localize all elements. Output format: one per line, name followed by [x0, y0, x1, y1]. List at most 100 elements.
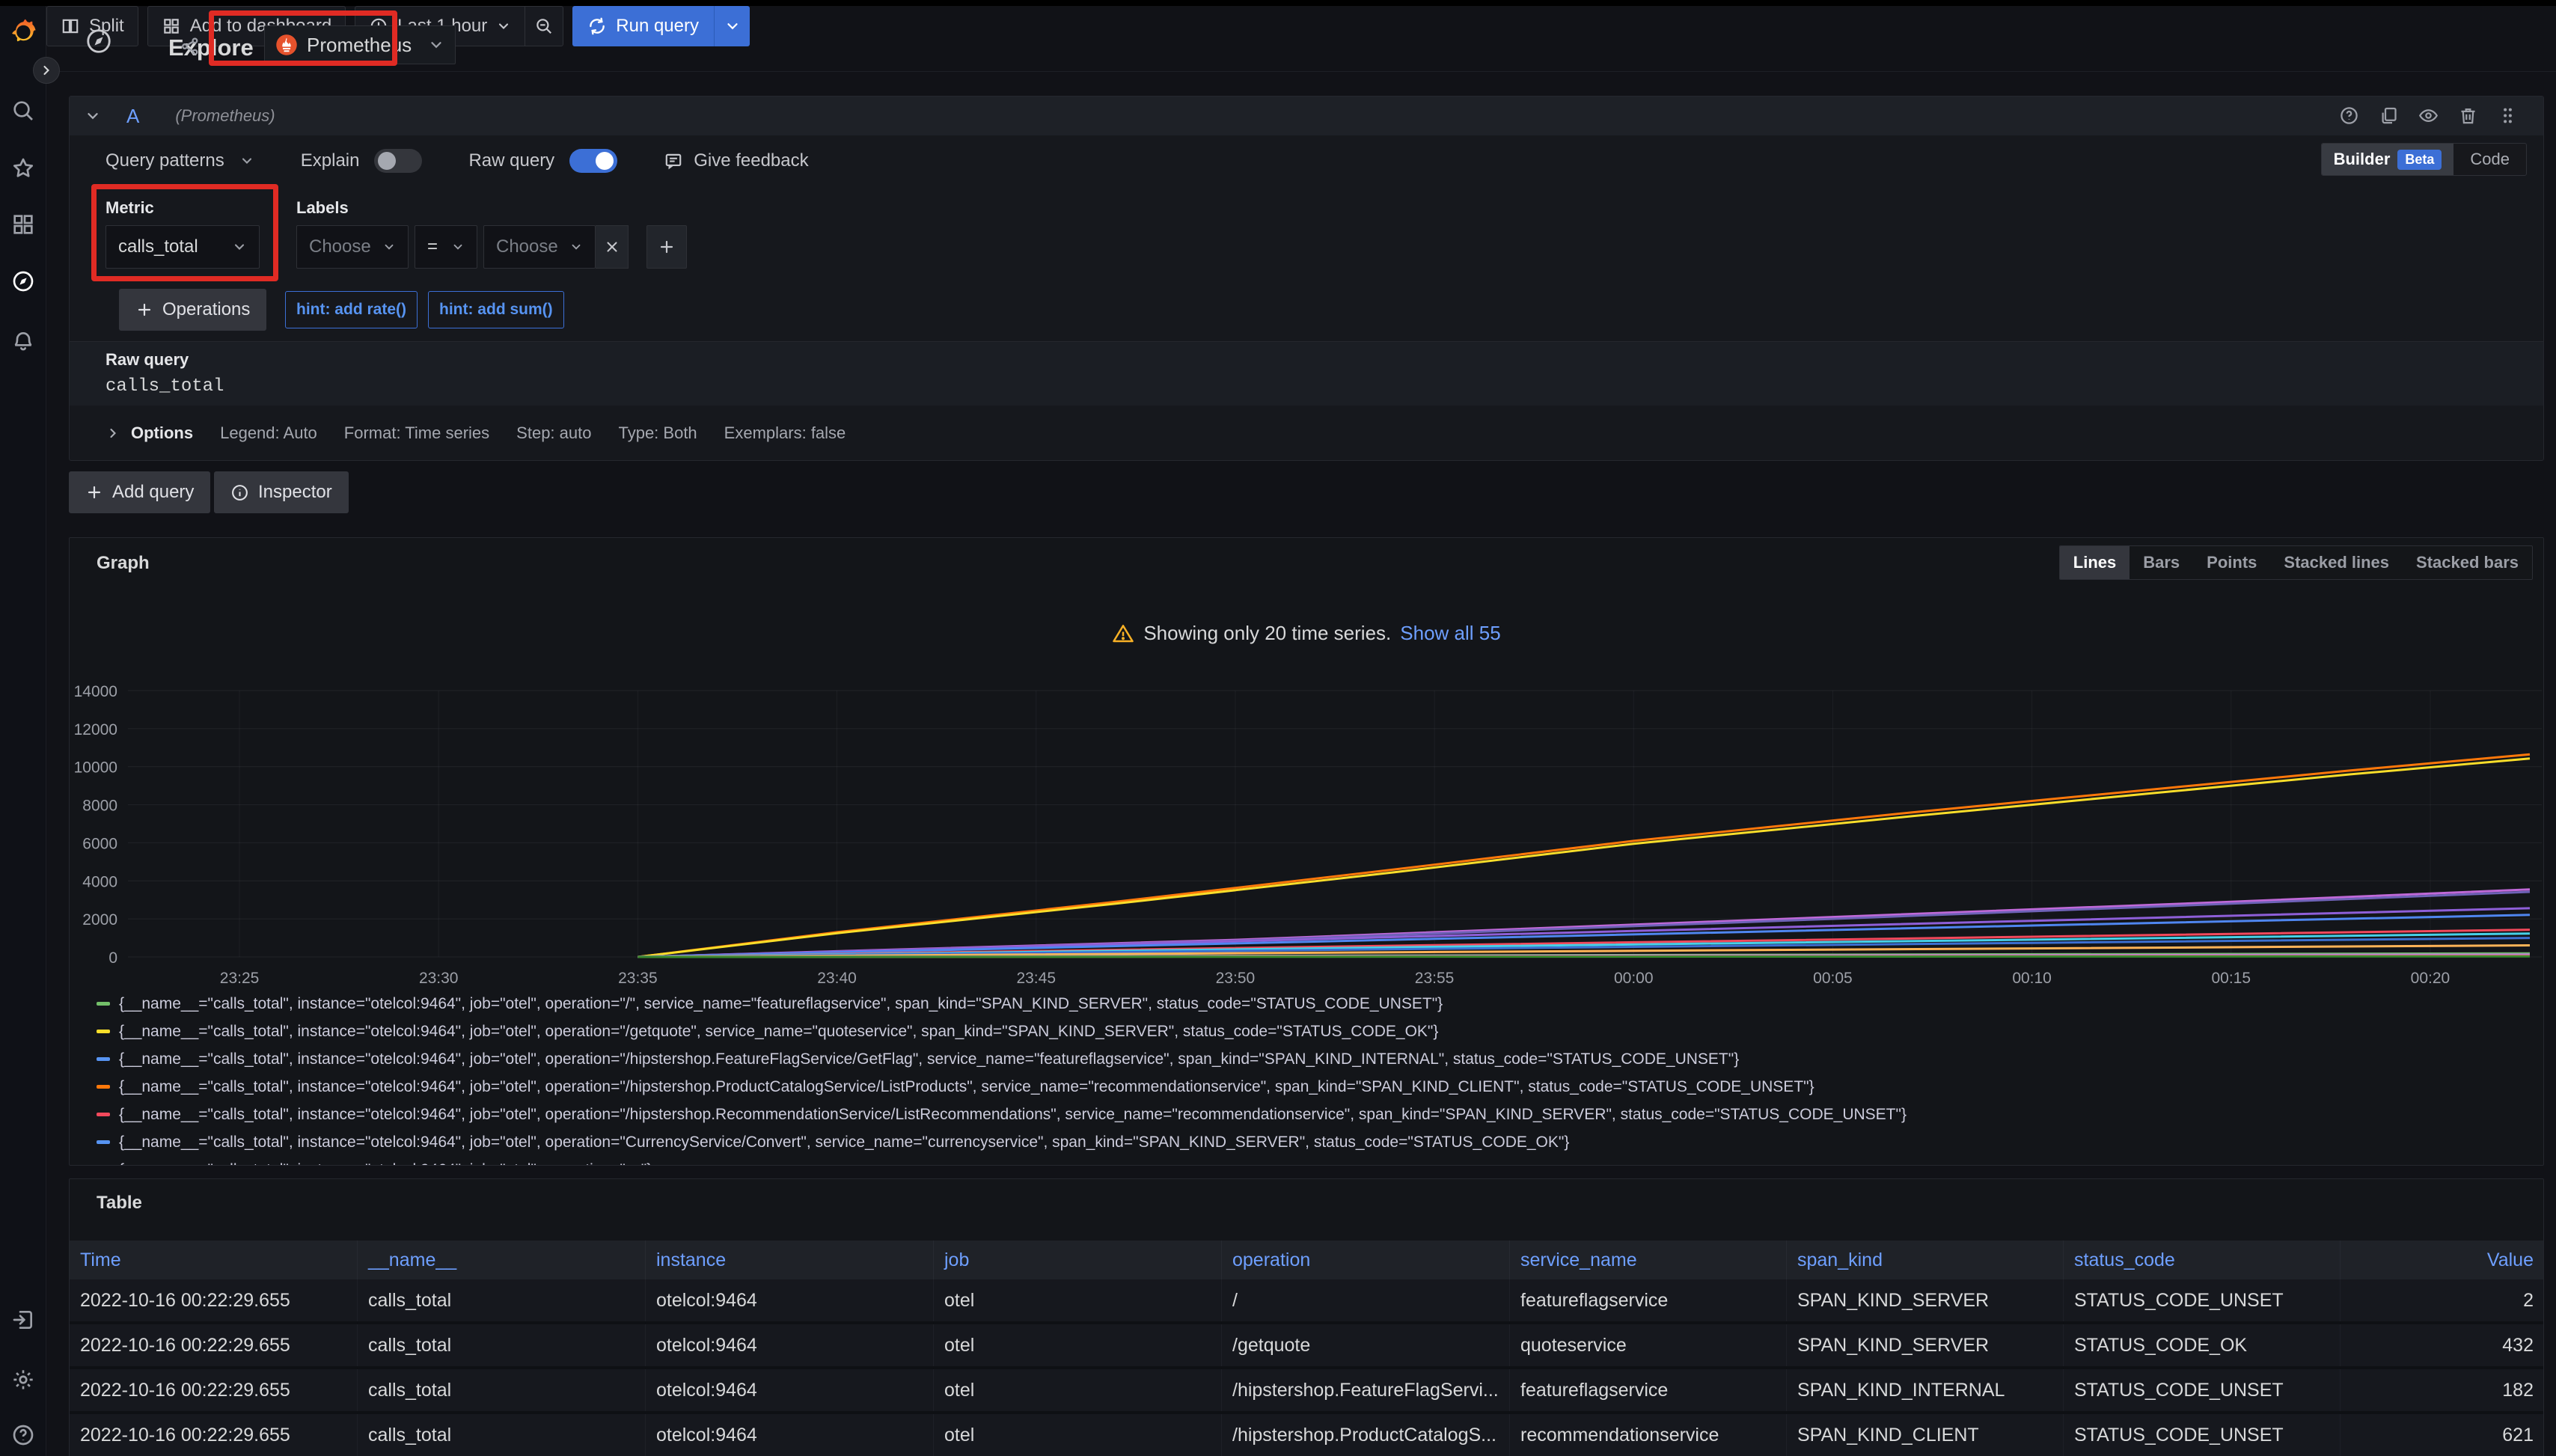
table-cell: featureflagservice	[1510, 1279, 1787, 1321]
legend-item[interactable]: {__name__="calls_total", instance="otelc…	[97, 1156, 2521, 1166]
table-cell: 621	[2341, 1414, 2544, 1456]
grafana-logo-icon[interactable]	[7, 15, 40, 48]
legend-item[interactable]: {__name__="calls_total", instance="otelc…	[97, 1101, 2521, 1128]
label-value-select[interactable]: Choose	[483, 225, 596, 269]
chevron-down-icon	[382, 240, 396, 254]
table-cell: otelcol:9464	[646, 1414, 934, 1456]
table-header-cell-status_code[interactable]: status_code	[2064, 1241, 2341, 1279]
legend-item[interactable]: {__name__="calls_total", instance="otelc…	[97, 990, 2521, 1018]
search-icon[interactable]	[11, 99, 35, 123]
share-icon[interactable]	[180, 36, 201, 57]
query-datasource-hint: (Prometheus)	[175, 106, 275, 126]
y-axis-tick-label: 2000	[82, 911, 117, 929]
metric-select[interactable]: calls_total	[106, 225, 260, 269]
table-header-cell-span_kind[interactable]: span_kind	[1787, 1241, 2064, 1279]
table-header-cell-time[interactable]: Time	[70, 1241, 358, 1279]
y-axis-tick-label: 0	[108, 949, 117, 967]
raw-query-toggle[interactable]	[569, 149, 617, 173]
label-key-select[interactable]: Choose	[296, 225, 409, 269]
graph-mode-button-stacked-bars[interactable]: Stacked bars	[2403, 546, 2532, 579]
query-row-header[interactable]: A (Prometheus)	[70, 97, 2543, 135]
y-axis-tick-label: 6000	[82, 835, 117, 852]
option-summary-item: Step: auto	[516, 423, 591, 443]
show-all-link[interactable]: Show all 55	[1400, 622, 1500, 645]
explain-label: Explain	[301, 150, 360, 171]
explore-compass-icon[interactable]	[11, 269, 35, 293]
sidebar-expand-button[interactable]	[33, 57, 60, 84]
table-cell: otel	[934, 1279, 1222, 1321]
query-options-row: Options Legend: AutoFormat: Time seriesS…	[106, 406, 846, 461]
legend-item[interactable]: {__name__="calls_total", instance="otelc…	[97, 1073, 2521, 1101]
chevron-down-icon[interactable]	[239, 153, 254, 168]
sidebar	[0, 6, 46, 1456]
legend-swatch	[97, 1002, 110, 1006]
inspector-button[interactable]: Inspector	[214, 471, 349, 513]
table-cell: otel	[934, 1324, 1222, 1366]
table-cell: 432	[2341, 1324, 2544, 1366]
table-cell: otel	[934, 1414, 1222, 1456]
apps-icon	[162, 16, 181, 36]
graph-mode-button-stacked-lines[interactable]: Stacked lines	[2270, 546, 2403, 579]
query-hint-button[interactable]: hint: add sum()	[428, 291, 564, 328]
legend-swatch	[97, 1140, 110, 1144]
table-cell: SPAN_KIND_SERVER	[1787, 1279, 2064, 1321]
options-toggle[interactable]: Options	[106, 423, 193, 443]
trash-icon[interactable]	[2458, 105, 2478, 126]
query-ref-id: A	[126, 105, 139, 128]
x-axis-tick-label: 23:35	[618, 970, 658, 987]
raw-query-preview-label: Raw query	[106, 350, 189, 370]
query-patterns-button[interactable]: Query patterns	[106, 150, 224, 171]
help-circle-icon[interactable]	[11, 1423, 35, 1447]
remove-label-button[interactable]	[596, 225, 629, 269]
tab-code[interactable]: Code	[2453, 150, 2526, 169]
legend-label: {__name__="calls_total", instance="otelc…	[119, 1106, 1907, 1124]
legend-item[interactable]: {__name__="calls_total", instance="otelc…	[97, 1128, 2521, 1156]
graph-mode-button-points[interactable]: Points	[2193, 546, 2270, 579]
tab-builder[interactable]: Builder Beta	[2322, 144, 2454, 175]
eye-icon[interactable]	[2418, 105, 2439, 126]
legend-item[interactable]: {__name__="calls_total", instance="otelc…	[97, 1018, 2521, 1045]
table-header-cell-value[interactable]: Value	[2341, 1241, 2544, 1279]
operations-button[interactable]: Operations	[119, 289, 266, 331]
star-icon[interactable]	[11, 156, 35, 180]
raw-query-label: Raw query	[468, 150, 554, 171]
query-hints: hint: add rate() hint: add sum()	[285, 291, 564, 328]
query-hint-button[interactable]: hint: add rate()	[285, 291, 418, 328]
bell-icon[interactable]	[11, 329, 35, 353]
legend-label: {__name__="calls_total", instance="otelc…	[119, 1050, 1739, 1068]
legend-label: {__name__="calls_total", instance="otelc…	[119, 1161, 652, 1166]
add-label-button[interactable]	[646, 225, 687, 269]
legend-item[interactable]: {__name__="calls_total", instance="otelc…	[97, 1045, 2521, 1073]
zoom-out-time-button[interactable]	[525, 6, 563, 46]
table-header-cell-operation[interactable]: operation	[1222, 1241, 1510, 1279]
copy-icon[interactable]	[2379, 105, 2399, 126]
gear-icon[interactable]	[11, 1368, 35, 1392]
table-header-cell-instance[interactable]: instance	[646, 1241, 934, 1279]
run-query-button[interactable]: Run query	[572, 6, 750, 46]
give-feedback-link[interactable]: Give feedback	[694, 150, 808, 171]
y-axis-tick-label: 12000	[74, 721, 117, 738]
add-query-button[interactable]: Add query	[69, 471, 210, 513]
table-cell: quoteservice	[1510, 1324, 1787, 1366]
sign-in-icon[interactable]	[11, 1308, 35, 1332]
graph-panel-title: Graph	[97, 553, 150, 574]
label-operator-select[interactable]: =	[415, 225, 477, 269]
table-header-cell-job[interactable]: job	[934, 1241, 1222, 1279]
run-query-dropdown[interactable]	[714, 6, 750, 46]
dashboards-icon[interactable]	[11, 212, 35, 236]
table-header-cell-__name__[interactable]: __name__	[358, 1241, 646, 1279]
table-header-cell-service_name[interactable]: service_name	[1510, 1241, 1787, 1279]
chevron-down-icon[interactable]	[85, 108, 101, 124]
graph-mode-button-lines[interactable]: Lines	[2060, 546, 2130, 579]
datasource-picker[interactable]: Prometheus	[264, 25, 456, 64]
table-cell: 2022-10-16 00:22:29.655	[70, 1414, 358, 1456]
labels-label: Labels	[296, 198, 349, 218]
x-axis-tick-label: 00:05	[1813, 970, 1853, 987]
table-cell: otelcol:9464	[646, 1279, 934, 1321]
explain-toggle[interactable]	[374, 149, 422, 173]
option-summary-item: Type: Both	[618, 423, 697, 443]
graph-mode-button-bars[interactable]: Bars	[2130, 546, 2193, 579]
help-circle-icon[interactable]	[2339, 105, 2359, 126]
chart-series-line-teal-low	[638, 956, 2530, 957]
grip-icon[interactable]	[2498, 105, 2518, 126]
